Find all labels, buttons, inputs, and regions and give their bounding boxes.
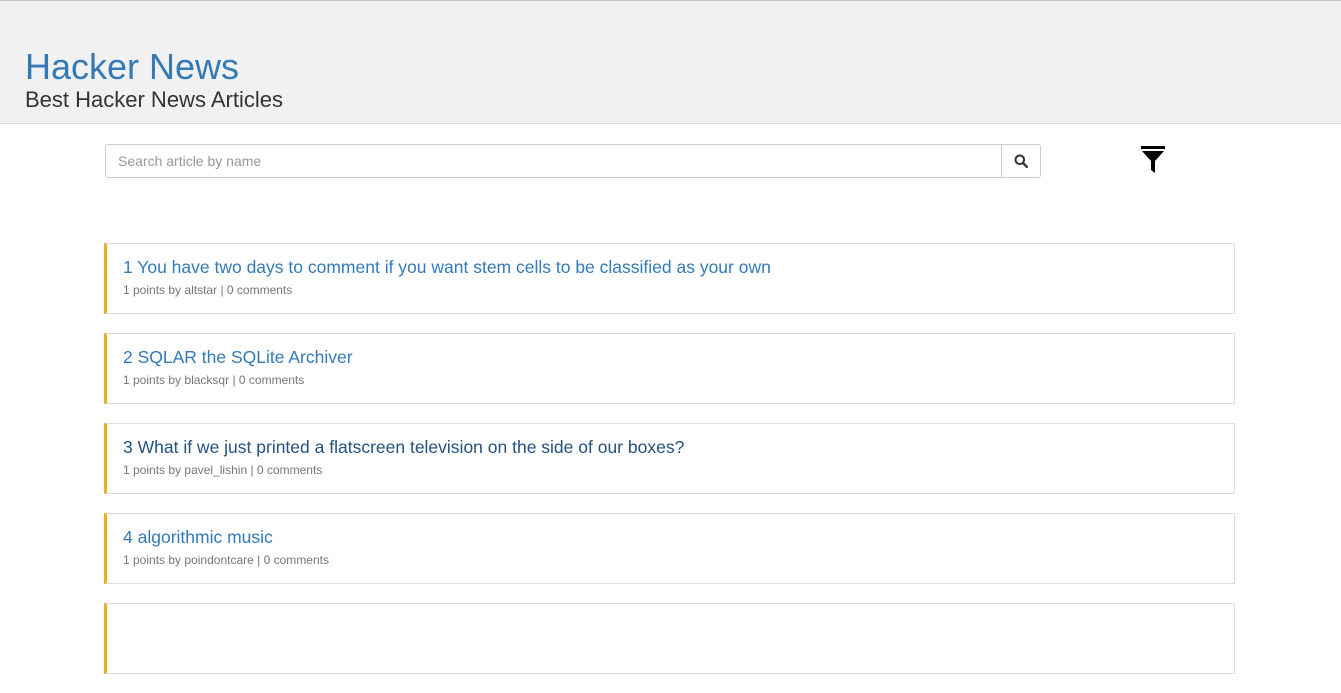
article-comments: 0 comments [226, 283, 293, 297]
article-title-link[interactable]: 4 algorithmic music [123, 526, 1234, 548]
meta-separator: | [257, 553, 261, 567]
article-rank: 3 [123, 437, 133, 457]
article-points: 1 points [123, 283, 166, 297]
brand-link[interactable]: Hacker News [25, 49, 239, 85]
article-rank: 1 [123, 257, 133, 277]
article-author: poindontcare [184, 553, 254, 567]
article-points: 1 points [123, 463, 166, 477]
article-rank: 2 [123, 347, 133, 367]
article-card: 2 SQLAR the SQLite Archiver 1 points by … [104, 333, 1235, 404]
article-points: 1 points [123, 373, 166, 387]
page-subtitle: Best Hacker News Articles [25, 87, 283, 112]
article-meta: 1 points by blacksqr | 0 comments [123, 372, 1234, 388]
article-title-link[interactable]: 3 What if we just printed a flatscreen t… [123, 436, 1234, 458]
article-title: SQLAR the SQLite Archiver [137, 347, 353, 367]
meta-separator: | [250, 463, 254, 477]
article-comments: 0 comments [238, 373, 305, 387]
search-button[interactable] [1001, 145, 1040, 177]
article-title: algorithmic music [137, 527, 273, 547]
article-list: 1 You have two days to comment if you wa… [104, 243, 1235, 693]
page-header: Hacker News Best Hacker News Articles [0, 1, 1341, 124]
article-meta: 1 points by pavel_lishin | 0 comments [123, 462, 1234, 478]
article-comments: 0 comments [256, 463, 323, 477]
article-rank: 4 [123, 527, 133, 547]
article-title: What if we just printed a flatscreen tel… [137, 437, 685, 457]
filter-button[interactable] [1139, 144, 1167, 176]
article-author: blacksqr [184, 373, 230, 387]
search-bar [105, 144, 1041, 178]
article-points: 1 points [123, 553, 166, 567]
article-title: You have two days to comment if you want… [137, 257, 771, 277]
article-by-label: by [168, 283, 182, 297]
meta-separator: | [220, 283, 224, 297]
meta-separator: | [232, 373, 236, 387]
article-comments: 0 comments [263, 553, 329, 567]
article-by-label: by [168, 463, 182, 477]
article-author: altstar [184, 283, 218, 297]
article-by-label: by [168, 553, 182, 567]
filter-icon [1141, 146, 1165, 173]
search-input[interactable] [106, 145, 1001, 177]
article-title-link[interactable]: 1 You have two days to comment if you wa… [123, 256, 1234, 278]
article-card-partial [104, 603, 1235, 674]
article-card: 1 You have two days to comment if you wa… [104, 243, 1235, 314]
article-card: 3 What if we just printed a flatscreen t… [104, 423, 1235, 494]
article-meta: 1 points by altstar | 0 comments [123, 282, 1234, 298]
article-by-label: by [168, 373, 182, 387]
article-meta: 1 points by poindontcare | 0 comments [123, 552, 1234, 568]
article-title-link[interactable]: 2 SQLAR the SQLite Archiver [123, 346, 1234, 368]
search-icon [1014, 154, 1028, 168]
article-author: pavel_lishin [184, 463, 248, 477]
article-card: 4 algorithmic music 1 points by poindont… [104, 513, 1235, 584]
